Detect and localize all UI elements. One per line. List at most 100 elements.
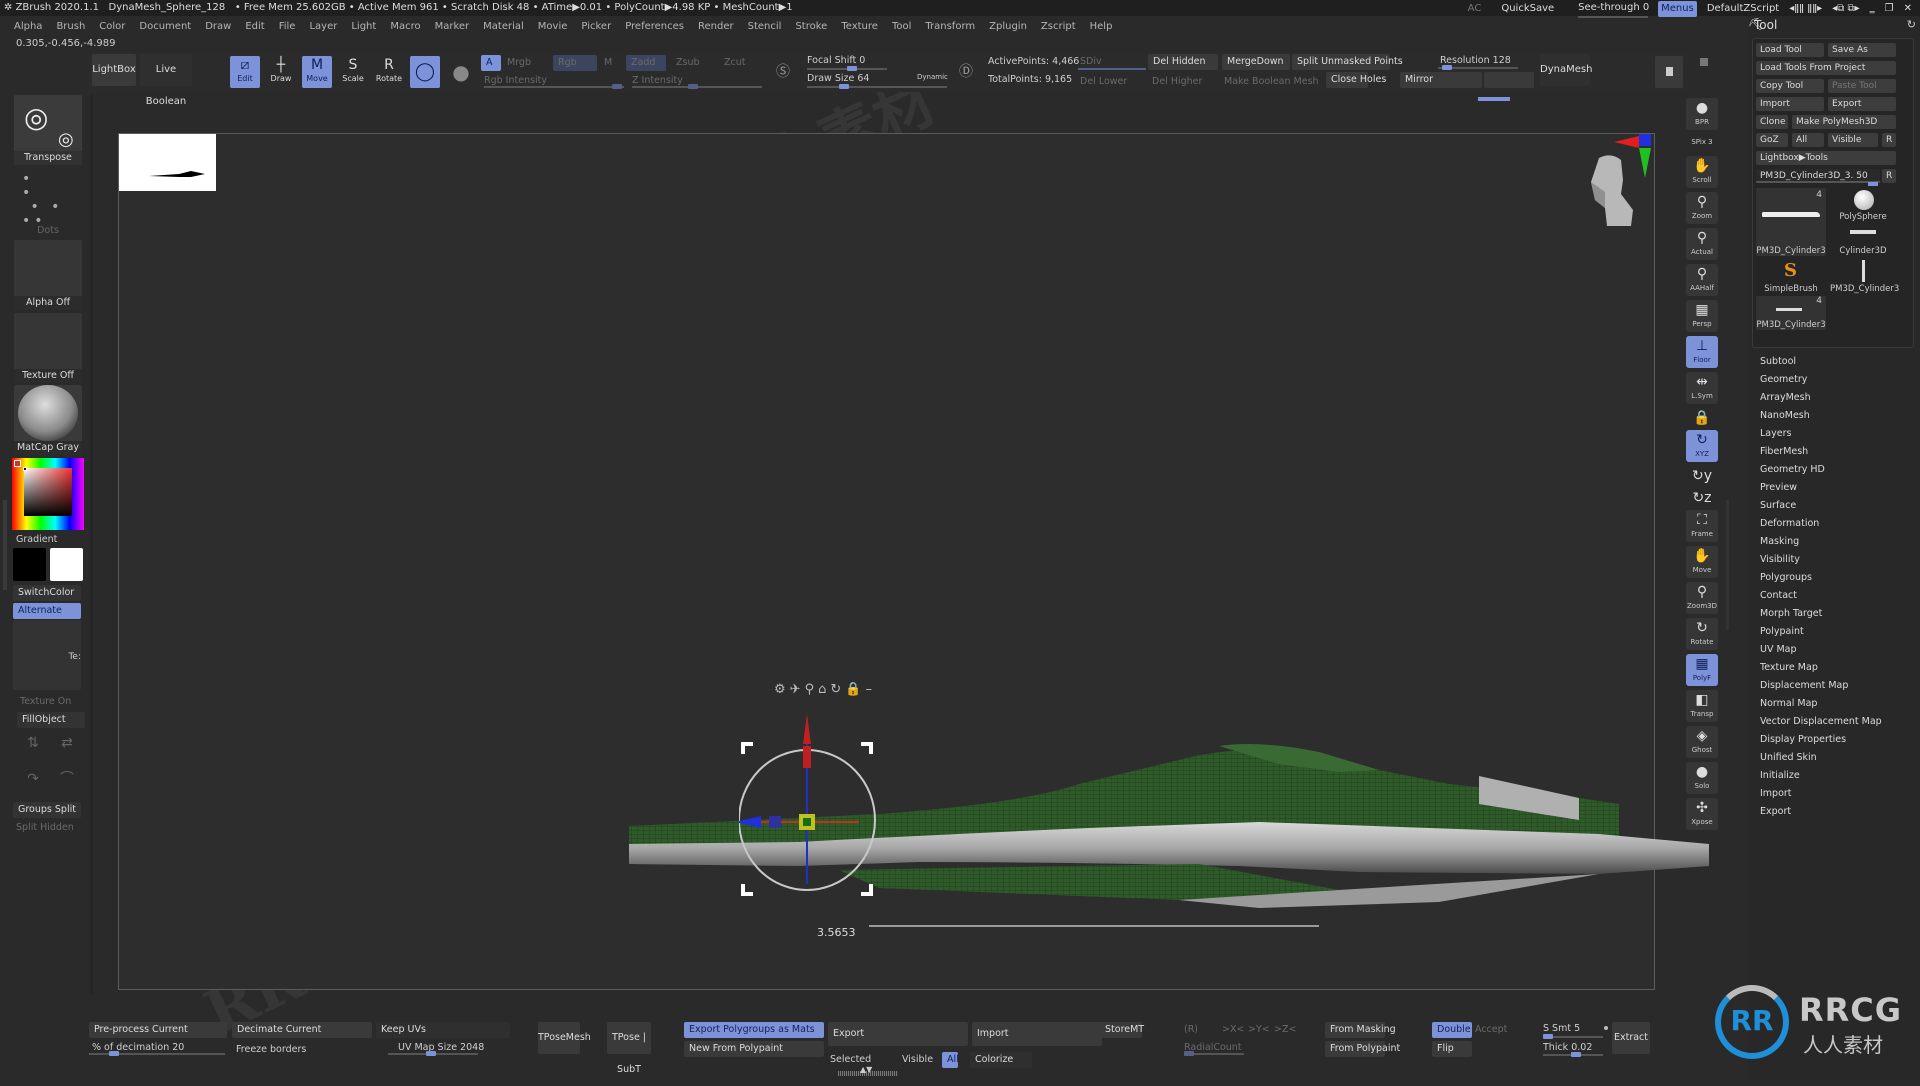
radial-r-toggle[interactable]: (R) bbox=[1184, 1024, 1198, 1035]
save-as-button[interactable]: Save As bbox=[1828, 43, 1896, 57]
menu-render[interactable]: Render bbox=[698, 18, 734, 36]
shelf-xyz-button[interactable]: ↻ XYZ bbox=[1686, 430, 1718, 462]
tpose-subt-button[interactable]: TPose | SubT bbox=[607, 1022, 651, 1075]
gradient-toggle[interactable]: Gradient bbox=[16, 534, 57, 545]
tool-thumb-pm3d-cylinder-3[interactable]: 4 PM3D_Cylinder3 bbox=[1756, 296, 1826, 330]
flip-h-button[interactable]: ⇄ bbox=[52, 734, 82, 766]
split-unmasked-points-button[interactable]: Split Unmasked Points bbox=[1292, 54, 1403, 70]
dynamesh-options-button[interactable] bbox=[1655, 56, 1683, 88]
tool-section-surface[interactable]: Surface bbox=[1760, 498, 1796, 514]
menu-stroke[interactable]: Stroke bbox=[795, 18, 827, 36]
menu-brush[interactable]: Brush bbox=[56, 18, 85, 36]
shelf-xpose-button[interactable]: ✣ Xpose bbox=[1686, 798, 1718, 830]
shelf-zoom3d-button[interactable]: ⚲ Zoom3D bbox=[1686, 582, 1718, 614]
sym-y-toggle[interactable]: >Y< bbox=[1248, 1024, 1270, 1035]
clone-button[interactable]: Clone bbox=[1756, 115, 1788, 129]
make-boolean-mesh-button[interactable]: Make Boolean Mesh bbox=[1224, 76, 1319, 87]
goz-button[interactable]: GoZ bbox=[1756, 133, 1788, 147]
rgb-intensity-slider[interactable] bbox=[484, 84, 624, 89]
shelf-frame-button[interactable]: ⛶ Frame bbox=[1686, 510, 1718, 542]
tool-section-nanomesh[interactable]: NanoMesh bbox=[1760, 408, 1810, 424]
tool-section-geometry[interactable]: Geometry bbox=[1760, 372, 1807, 388]
home-icon[interactable]: ⌂ bbox=[818, 682, 826, 697]
texture-adjust-button[interactable]: ⌒ bbox=[52, 770, 82, 802]
shelf-solo-button[interactable]: ● Solo bbox=[1686, 762, 1718, 794]
current-tool-knob[interactable] bbox=[1868, 182, 1878, 186]
quicksave-button[interactable]: QuickSave bbox=[1501, 1, 1554, 17]
close-icon[interactable]: ✕ bbox=[1904, 1, 1912, 17]
material-button[interactable]: MatCap Gray bbox=[14, 385, 82, 455]
transpose-button[interactable]: ◎ ◎ Transpose bbox=[14, 95, 82, 165]
draw-mode-button[interactable]: ┼ Draw bbox=[266, 56, 296, 88]
minimize-icon[interactable]: ‗ bbox=[1870, 1, 1875, 17]
edit-mode-button[interactable]: ⧄ Edit bbox=[230, 56, 260, 88]
menu-document[interactable]: Document bbox=[139, 18, 191, 36]
move-mode-button[interactable]: M Move bbox=[302, 56, 332, 88]
layout-icon[interactable]: ◂⧉ ⧉▸ bbox=[1832, 1, 1860, 17]
panel-toggle-icon[interactable] bbox=[1700, 58, 1708, 66]
draw-size-slider[interactable] bbox=[807, 84, 947, 89]
freeze-borders-toggle[interactable]: Freeze borders bbox=[236, 1044, 306, 1055]
goz-all-button[interactable]: All bbox=[1792, 133, 1824, 147]
load-tool-button[interactable]: Load Tool bbox=[1756, 43, 1824, 57]
flip-toggle[interactable]: Flip bbox=[1432, 1041, 1472, 1057]
tool-thumb-pm3d-cylinder-2[interactable]: PM3D_Cylinder3 bbox=[1830, 260, 1899, 294]
color-picker[interactable] bbox=[12, 458, 84, 530]
menu-alpha[interactable]: Alpha bbox=[14, 18, 42, 36]
menu-texture[interactable]: Texture bbox=[841, 18, 878, 36]
tool-section-normal-map[interactable]: Normal Map bbox=[1760, 696, 1817, 712]
uv-map-size-slider[interactable] bbox=[388, 1051, 478, 1056]
viewport-canvas[interactable]: ⚙ ✈ ⚲ ⌂ ↻ 🔒 – 3.5653 bbox=[118, 133, 1709, 990]
tool-thumb-cylinder3d[interactable]: Cylinder3D bbox=[1830, 224, 1896, 256]
visible-option[interactable]: Visible bbox=[902, 1054, 933, 1065]
m-toggle[interactable]: M bbox=[604, 57, 612, 68]
decimation-slider[interactable] bbox=[89, 1051, 225, 1056]
menu-preferences[interactable]: Preferences bbox=[625, 18, 684, 36]
tool-section-vector-displacement-map[interactable]: Vector Displacement Map bbox=[1760, 714, 1882, 730]
menu-color[interactable]: Color bbox=[99, 18, 125, 36]
rotate-mode-button[interactable]: R Rotate bbox=[374, 56, 404, 88]
groups-split-button[interactable]: Groups Split bbox=[13, 802, 81, 818]
from-masking-button[interactable]: From Masking bbox=[1325, 1022, 1396, 1038]
decimate-current-button[interactable]: Decimate Current bbox=[232, 1022, 372, 1038]
tool-section-subtool[interactable]: Subtool bbox=[1760, 354, 1796, 370]
stroke-dots-button[interactable]: • • • • •• Dots bbox=[14, 168, 82, 238]
alpha-button[interactable]: Alpha Off bbox=[14, 240, 82, 310]
gear-icon[interactable]: ⚙ bbox=[774, 682, 786, 697]
shelf-transp-button[interactable]: ◧ Transp bbox=[1686, 690, 1718, 722]
resolution-slider[interactable] bbox=[1438, 65, 1518, 70]
shelf-aahalf-button[interactable]: ⚲ AAHalf bbox=[1686, 264, 1718, 296]
sym-z-toggle[interactable]: >Z< bbox=[1274, 1024, 1296, 1035]
menu-light[interactable]: Light bbox=[351, 18, 376, 36]
dynamesh-button[interactable]: DynaMesh bbox=[1540, 54, 1592, 86]
mirror-options[interactable] bbox=[1484, 72, 1534, 88]
tool-section-uv-map[interactable]: UV Map bbox=[1760, 642, 1797, 658]
gizmo-y-handle[interactable] bbox=[803, 746, 811, 768]
shelf-floor-button[interactable]: ⊥ Floor bbox=[1686, 336, 1718, 368]
split-hidden-button[interactable]: Split Hidden bbox=[16, 822, 74, 833]
main-color-swatch[interactable] bbox=[13, 548, 46, 581]
focal-shift-slider[interactable] bbox=[807, 66, 887, 71]
minus-icon[interactable]: – bbox=[865, 682, 872, 697]
gizmo-x-arrow[interactable] bbox=[739, 816, 761, 828]
close-holes-button[interactable]: Close Holes bbox=[1326, 72, 1386, 88]
rgb-toggle[interactable]: Rgb bbox=[553, 55, 597, 71]
merge-down-button[interactable]: MergeDown bbox=[1222, 54, 1290, 70]
import-tool-button[interactable]: Import bbox=[1756, 97, 1824, 111]
shelf-polyf-button[interactable]: ▦ PolyF bbox=[1686, 654, 1718, 686]
current-tool-r-button[interactable]: R bbox=[1882, 169, 1896, 183]
export-button[interactable]: Export bbox=[828, 1022, 968, 1046]
stroke-s-icon[interactable]: Ⓢ bbox=[772, 58, 794, 90]
current-tool-slider[interactable]: PM3D_Cylinder3D_3. 50 bbox=[1756, 169, 1880, 183]
tool-section-geometry-hd[interactable]: Geometry HD bbox=[1760, 462, 1825, 478]
tool-section-texture-map[interactable]: Texture Map bbox=[1760, 660, 1818, 676]
tool-section-polygroups[interactable]: Polygroups bbox=[1760, 570, 1812, 586]
right-scrollbar[interactable] bbox=[1726, 500, 1729, 630]
sdiv-slider[interactable] bbox=[1078, 68, 1146, 70]
menus-toggle[interactable]: Menus bbox=[1658, 1, 1697, 17]
stroke-d-icon[interactable]: Ⓓ bbox=[955, 58, 977, 90]
tool-section-display-properties[interactable]: Display Properties bbox=[1760, 732, 1846, 748]
navigator-thumbnail[interactable] bbox=[119, 134, 216, 191]
all-option[interactable]: All bbox=[942, 1052, 959, 1068]
keep-uvs-toggle[interactable]: Keep UVs bbox=[376, 1022, 510, 1038]
